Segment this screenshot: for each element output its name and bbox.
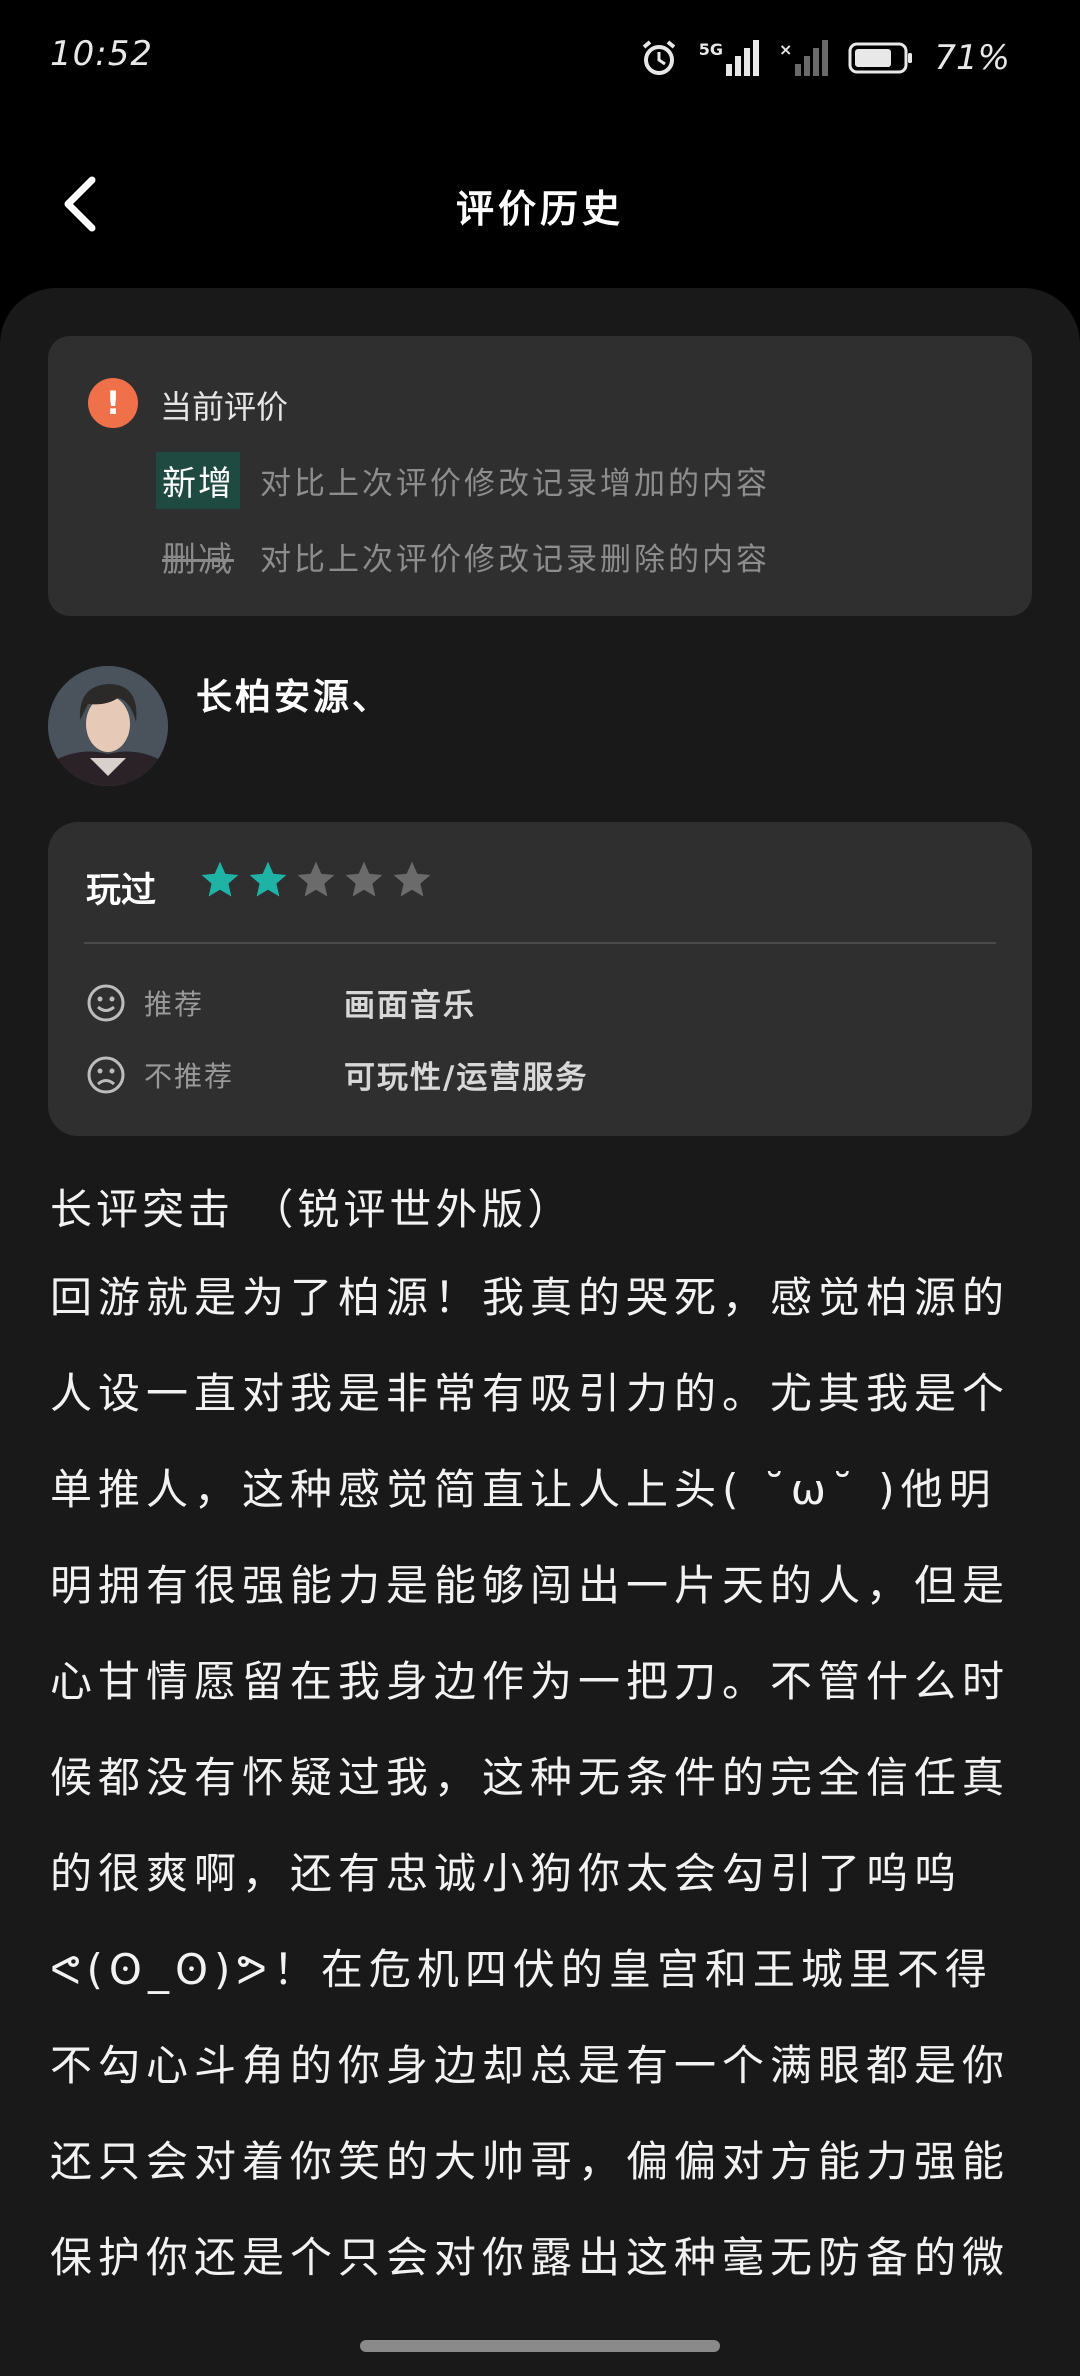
divider	[84, 942, 996, 944]
review-title: 长评突击 （锐评世外版）	[50, 1185, 574, 1234]
signal-5g-icon: 5G	[698, 40, 760, 76]
not-recommend-value: 可玩性/运营服务	[344, 1060, 589, 1096]
home-indicator[interactable]	[360, 2340, 720, 2352]
alert-icon: !	[88, 378, 138, 428]
added-tag: 新增	[156, 452, 240, 509]
added-description: 对比上次评价修改记录增加的内容	[260, 466, 770, 502]
played-label: 玩过	[86, 871, 157, 911]
star-empty-icon	[345, 861, 383, 897]
signal-no-service-icon: ×	[779, 40, 829, 76]
avatar[interactable]	[48, 666, 168, 786]
legend-card: ! 当前评价 新增 对比上次评价修改记录增加的内容 删减 对比上次评价修改记录删…	[48, 336, 1032, 616]
star-empty-icon	[393, 861, 431, 897]
legend-row-added: 新增 对比上次评价修改记录增加的内容	[156, 452, 770, 509]
star-empty-icon	[297, 861, 335, 897]
not-recommend-row: 不推荐 可玩性/运营服务	[86, 1052, 588, 1097]
recommend-row: 推荐 画面音乐	[86, 980, 476, 1025]
avatar-portrait-icon	[48, 666, 168, 786]
alarm-icon	[642, 40, 676, 75]
page-title: 评价历史	[455, 187, 624, 231]
battery-icon	[848, 42, 913, 74]
battery-percent: 71%	[934, 38, 1010, 78]
rating-card: 玩过 推荐 画面音乐 不推荐 可玩性/运营服务	[48, 822, 1032, 1136]
star-rating	[198, 858, 434, 902]
legend-row-deleted: 删减 对比上次评价修改记录删除的内容	[156, 528, 770, 585]
recommend-label: 推荐	[144, 987, 205, 1021]
recommend-value: 画面音乐	[344, 988, 476, 1024]
smile-icon	[87, 984, 125, 1021]
legend-title: 当前评价	[160, 388, 289, 426]
not-recommend-label: 不推荐	[144, 1059, 235, 1093]
status-icons: 5G × 71%	[639, 36, 1010, 80]
nav-bar: 评价历史	[0, 160, 1080, 250]
review-body: 回游就是为了柏源！我真的哭死，感觉柏源的人设一直对我是非常有吸引力的。尤其我是个…	[50, 1273, 1011, 2282]
deleted-description: 对比上次评价修改记录删除的内容	[260, 542, 770, 578]
status-time: 10:52	[50, 34, 153, 74]
network-type: 5G	[698, 40, 724, 59]
star-filled-icon	[249, 861, 287, 897]
star-filled-icon	[201, 861, 239, 897]
username[interactable]: 长柏安源、	[196, 668, 391, 720]
deleted-tag: 删减	[162, 540, 234, 580]
status-bar: 10:52 5G × 71%	[0, 0, 1080, 116]
frown-icon	[87, 1056, 125, 1093]
